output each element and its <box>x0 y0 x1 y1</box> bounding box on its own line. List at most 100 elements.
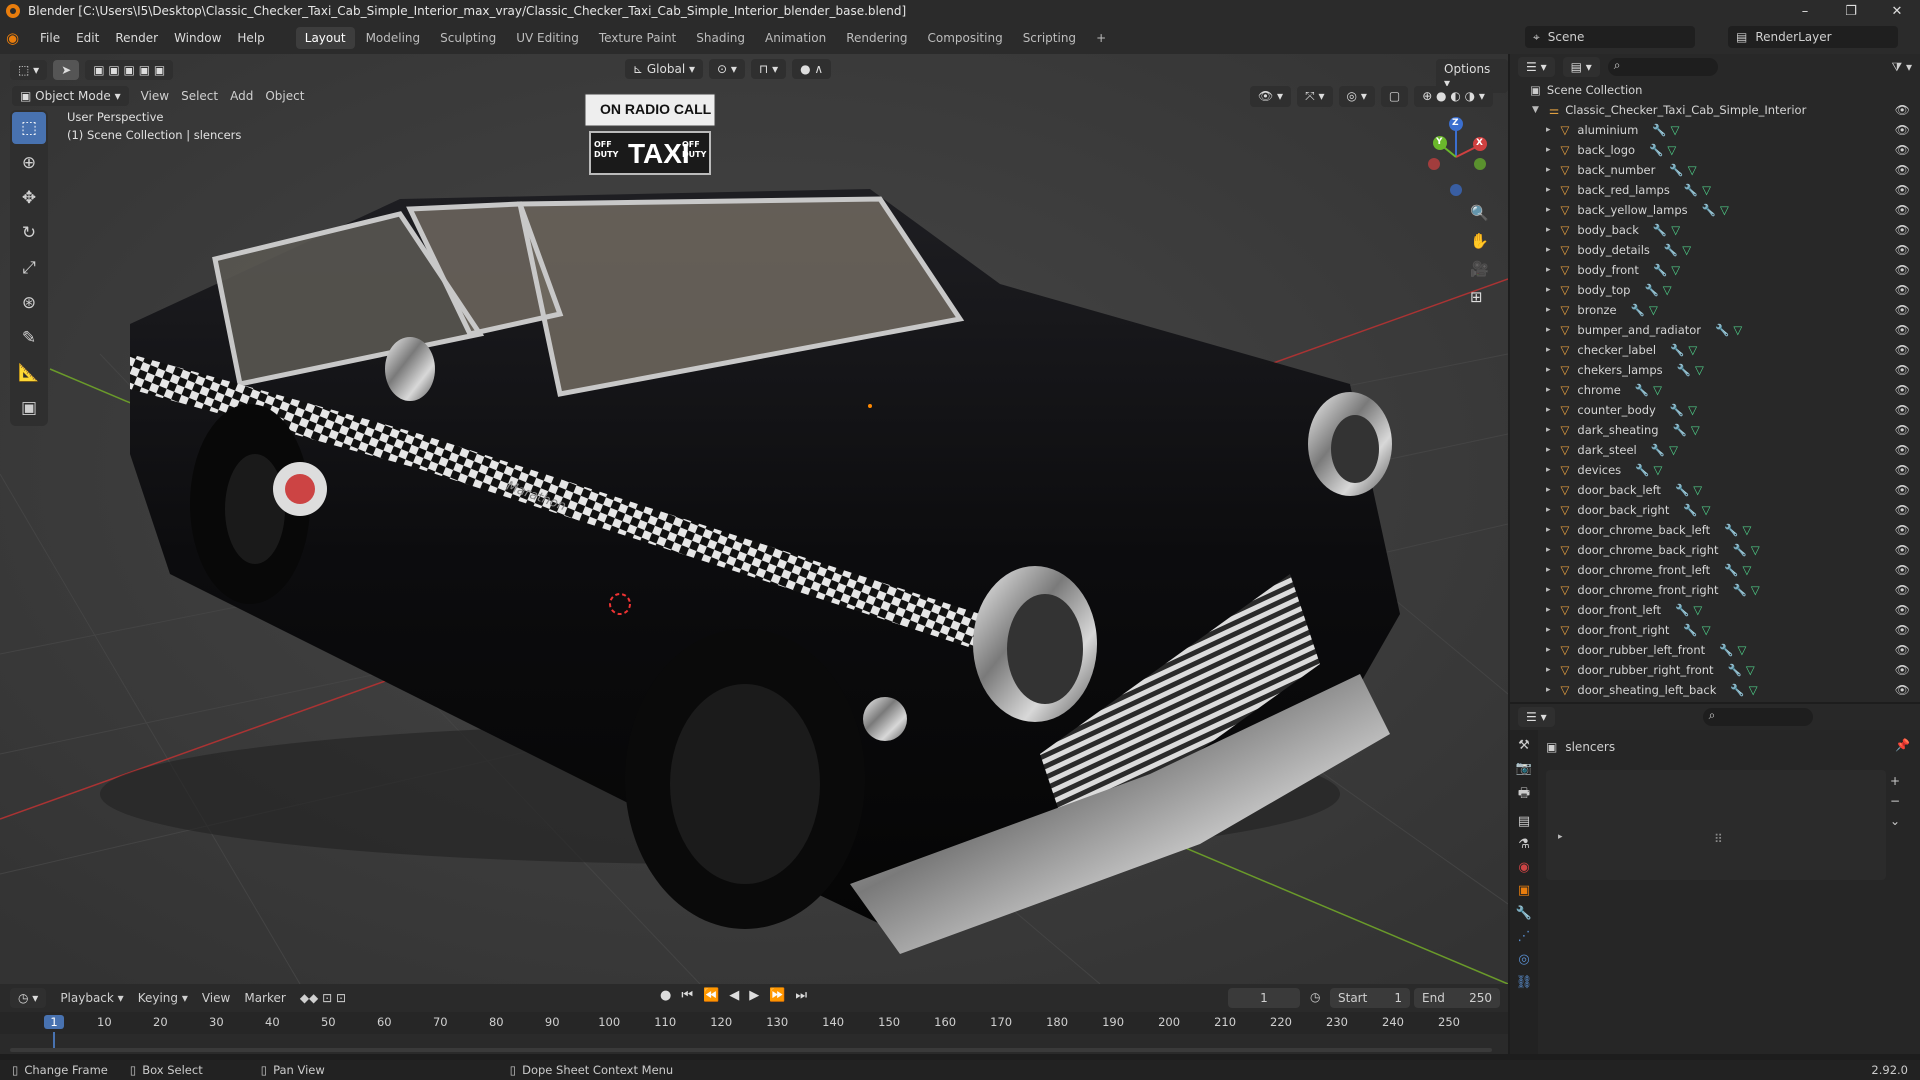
outliner-search-input[interactable]: ⌕ <box>1607 58 1718 76</box>
mesh-data-icon[interactable]: ▽ <box>1653 463 1662 477</box>
expand-arrow-icon[interactable]: ▸ <box>1546 145 1551 155</box>
outliner-object-row[interactable]: ▸ ▽ door_rubber_left_front 🔧 ▽ 👁 <box>1510 640 1920 660</box>
modifier-wrench-icon[interactable]: 🔧 <box>1670 343 1684 357</box>
modifier-wrench-icon[interactable]: 🔧 <box>1635 463 1649 477</box>
mesh-data-icon[interactable]: ▽ <box>1667 143 1676 157</box>
tool-tab-icon[interactable]: ⚒ <box>1518 738 1530 753</box>
material-slot-list[interactable]: ▸ ⠿ <box>1546 770 1886 880</box>
expand-arrow-icon[interactable]: ▸ <box>1546 685 1551 695</box>
pan-hand-icon[interactable]: ✋ <box>1470 232 1489 250</box>
outliner-object-row[interactable]: ▸ ▽ body_front 🔧 ▽ 👁 <box>1510 260 1920 280</box>
mesh-data-icon[interactable]: ▽ <box>1688 343 1697 357</box>
mesh-data-icon[interactable]: ▽ <box>1737 643 1746 657</box>
tab-rendering[interactable]: Rendering <box>837 27 916 49</box>
editor-type-button[interactable]: ⬚ ▾ <box>10 60 48 80</box>
move-tool-icon[interactable]: ✥ <box>12 182 46 214</box>
mesh-data-icon[interactable]: ▽ <box>1742 523 1751 537</box>
object-mode-dropdown[interactable]: ▣ Object Mode ▾ <box>12 86 129 106</box>
visibility-eye-icon[interactable]: 👁 <box>1895 463 1910 477</box>
expand-arrow-icon[interactable]: ▸ <box>1546 545 1551 555</box>
scale-tool-icon[interactable]: ⤢ <box>12 252 46 284</box>
menu-help[interactable]: Help <box>229 31 272 45</box>
mesh-data-icon[interactable]: ▽ <box>1720 203 1729 217</box>
keyframe-icons[interactable]: ◆◆ ⊡ ⊡ <box>300 991 346 1005</box>
mesh-data-icon[interactable]: ▽ <box>1688 403 1697 417</box>
visibility-eye-icon[interactable]: 👁 <box>1895 303 1910 317</box>
slot-menu-button[interactable]: ⌄ <box>1890 814 1900 828</box>
visibility-eye-icon[interactable]: 👁 <box>1895 423 1910 437</box>
mesh-data-icon[interactable]: ▽ <box>1702 503 1711 517</box>
tab-sculpting[interactable]: Sculpting <box>431 27 505 49</box>
visibility-eye-icon[interactable]: 👁 <box>1895 223 1910 237</box>
mesh-data-icon[interactable]: ▽ <box>1663 283 1672 297</box>
outliner-object-row[interactable]: ▸ ▽ back_logo 🔧 ▽ 👁 <box>1510 140 1920 160</box>
mesh-data-icon[interactable]: ▽ <box>1749 683 1758 697</box>
modifier-wrench-icon[interactable]: 🔧 <box>1651 443 1665 457</box>
visibility-eye-icon[interactable]: 👁 <box>1895 663 1910 677</box>
expand-arrow-icon[interactable]: ▸ <box>1546 225 1551 235</box>
add-cube-tool-icon[interactable]: ▣ <box>12 392 46 424</box>
outliner-object-row[interactable]: ▸ ▽ body_top 🔧 ▽ 👁 <box>1510 280 1920 300</box>
menu-window[interactable]: Window <box>166 31 229 45</box>
expand-arrow-icon[interactable]: ▸ <box>1546 125 1551 135</box>
expand-arrow-icon[interactable]: ▸ <box>1546 385 1551 395</box>
outliner-object-row[interactable]: ▸ ▽ chrome 🔧 ▽ 👁 <box>1510 380 1920 400</box>
object-tab-icon[interactable]: ▣ <box>1518 883 1530 898</box>
add-slot-button[interactable]: + <box>1890 774 1900 788</box>
marker-menu[interactable]: Marker <box>244 991 285 1005</box>
visibility-eye-icon[interactable]: 👁 <box>1895 443 1910 457</box>
snap-dropdown[interactable]: ⊓ ▾ <box>750 59 787 79</box>
jump-start-icon[interactable]: ⏮ <box>681 988 693 1003</box>
cursor-tool-icon[interactable]: ⊕ <box>12 147 46 179</box>
modifier-wrench-icon[interactable]: 🔧 <box>1684 183 1698 197</box>
world-tab-icon[interactable]: ◉ <box>1518 860 1529 875</box>
play-icon[interactable]: ▶ <box>749 988 759 1003</box>
tab-scripting[interactable]: Scripting <box>1014 27 1085 49</box>
visibility-eye-icon[interactable]: 👁 <box>1895 403 1910 417</box>
modifier-wrench-icon[interactable]: 🔧 <box>1675 483 1689 497</box>
outliner-object-row[interactable]: ▸ ▽ back_yellow_lamps 🔧 ▽ 👁 <box>1510 200 1920 220</box>
expand-arrow-icon[interactable]: ▸ <box>1546 565 1551 575</box>
expand-arrow-icon[interactable]: ▸ <box>1546 365 1551 375</box>
modifier-wrench-icon[interactable]: 🔧 <box>1664 243 1678 257</box>
outliner-object-row[interactable]: ▸ ▽ door_sheating_left_back 🔧 ▽ 👁 <box>1510 680 1920 700</box>
modifier-wrench-icon[interactable]: 🔧 <box>1644 283 1658 297</box>
constraints-tab-icon[interactable]: ⛓ <box>1516 975 1533 990</box>
record-icon[interactable]: ● <box>660 988 671 1003</box>
expand-arrow-icon[interactable]: ▸ <box>1546 345 1551 355</box>
modifier-wrench-icon[interactable]: 🔧 <box>1733 583 1747 597</box>
blender-menu-icon[interactable]: ◉ <box>6 29 32 47</box>
outliner-object-row[interactable]: ▸ ▽ door_chrome_back_left 🔧 ▽ 👁 <box>1510 520 1920 540</box>
tab-compositing[interactable]: Compositing <box>918 27 1011 49</box>
tab-uv-editing[interactable]: UV Editing <box>507 27 588 49</box>
proportional-edit-button[interactable]: ● ∧ <box>792 59 832 79</box>
visibility-eye-icon[interactable]: 👁 <box>1895 383 1910 397</box>
mesh-data-icon[interactable]: ▽ <box>1671 223 1680 237</box>
mesh-data-icon[interactable]: ▽ <box>1671 263 1680 277</box>
tab-animation[interactable]: Animation <box>756 27 835 49</box>
outliner-object-row[interactable]: ▸ ▽ door_back_left 🔧 ▽ 👁 <box>1510 480 1920 500</box>
pin-icon[interactable]: 📌 <box>1895 738 1910 752</box>
outliner-editor-type-icon[interactable]: ☰ ▾ <box>1518 57 1555 77</box>
viewport-menu-add[interactable]: Add <box>230 89 253 103</box>
visibility-eye-icon[interactable]: 👁 <box>1895 183 1910 197</box>
xray-icon[interactable]: ▢ <box>1380 86 1409 107</box>
physics-tab-icon[interactable]: ◎ <box>1518 952 1529 967</box>
outliner-object-row[interactable]: ▸ ▽ bumper_and_radiator 🔧 ▽ 👁 <box>1510 320 1920 340</box>
mesh-data-icon[interactable]: ▽ <box>1649 303 1658 317</box>
outliner-object-row[interactable]: ▸ ▽ chekers_lamps 🔧 ▽ 👁 <box>1510 360 1920 380</box>
outliner-object-row[interactable]: ▸ ▽ checker_label 🔧 ▽ 👁 <box>1510 340 1920 360</box>
visibility-eye-icon[interactable]: 👁 <box>1895 163 1910 177</box>
modifier-wrench-icon[interactable]: 🔧 <box>1677 363 1691 377</box>
outliner-object-row[interactable]: ▸ ▽ door_rubber_right_front 🔧 ▽ 👁 <box>1510 660 1920 680</box>
modifier-wrench-icon[interactable]: 🔧 <box>1724 563 1738 577</box>
visibility-eye-icon[interactable]: 👁 <box>1895 123 1910 137</box>
transform-tool-icon[interactable]: ⊛ <box>12 287 46 319</box>
particles-tab-icon[interactable]: ⋰ <box>1518 929 1531 944</box>
expand-arrow-icon[interactable]: ▸ <box>1546 405 1551 415</box>
modifier-wrench-icon[interactable]: 🔧 <box>1733 543 1747 557</box>
viewport-menu-object[interactable]: Object <box>265 89 304 103</box>
expand-arrow-icon[interactable]: ▸ <box>1546 245 1551 255</box>
modifier-wrench-icon[interactable]: 🔧 <box>1715 323 1729 337</box>
keying-menu[interactable]: Keying ▾ <box>138 991 188 1005</box>
